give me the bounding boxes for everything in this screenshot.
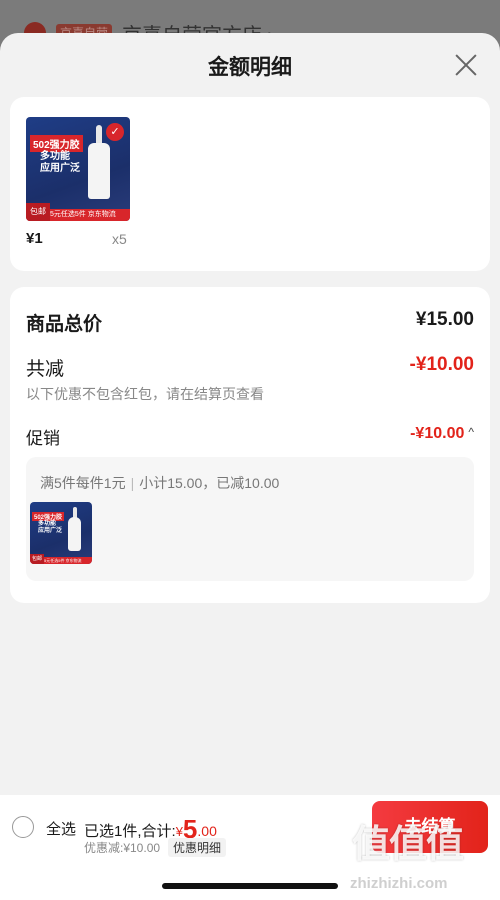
- thumbnail-title: 502强力胶: [32, 512, 65, 521]
- product-quantity: x5: [112, 231, 127, 247]
- total-price-value: ¥15.00: [415, 309, 474, 330]
- promotion-product-thumbnail[interactable]: 502强力胶 多功能 应用广泛 5元任选5件 京东物流 包邮: [30, 502, 92, 564]
- product-price: ¥1: [26, 230, 43, 247]
- check-badge-icon: ✓: [106, 123, 124, 141]
- amount-detail-sheet: 金额明细 502强力胶 多功能 应用广泛 ✓ 5元任选5件 京东物流 包邮 ¥1 …: [0, 33, 500, 900]
- watermark-logo: 值值值: [352, 824, 464, 866]
- promotion-label: 促销: [26, 429, 60, 448]
- bottle-shape: [68, 517, 81, 551]
- thumbnail-subtitle: 多功能 应用广泛: [38, 521, 63, 534]
- sheet-title: 金额明细: [208, 56, 292, 79]
- product-card: 502强力胶 多功能 应用广泛 ✓ 5元任选5件 京东物流 包邮 ¥1 x5: [10, 97, 490, 271]
- promotion-detail-box: 满5件每件1元 | 小计15.00，已减10.00: [26, 457, 474, 581]
- product-image-title: 502强力胶: [30, 135, 83, 152]
- total-decimal: .00: [197, 823, 217, 839]
- watermark-url: zhizhizhi.com: [350, 875, 448, 892]
- bottle-nozzle: [96, 125, 102, 145]
- product-image[interactable]: 502强力胶 多功能 应用广泛 ✓ 5元任选5件 京东物流 包邮: [26, 117, 130, 221]
- total-reduction-value: -¥10.00: [409, 354, 474, 375]
- discount-summary: 优惠减:¥10.00 优惠明细: [84, 838, 227, 857]
- free-shipping-badge: 包邮: [26, 203, 50, 221]
- divider: |: [130, 475, 135, 491]
- thumbnail-shipping-badge: 包邮: [30, 554, 44, 564]
- discount-detail-button[interactable]: 优惠明细: [168, 838, 227, 857]
- promotion-value: -¥10.00: [410, 425, 465, 442]
- total-reduction-label: 共减: [26, 359, 65, 380]
- select-all-label[interactable]: 全选: [46, 818, 76, 839]
- discount-note: 以下优惠不包含红包，请在结算页查看: [26, 386, 264, 402]
- bottle-shape: [88, 143, 110, 199]
- total-currency: ¥: [175, 824, 183, 839]
- promotion-rule-line: 满5件每件1元 | 小计15.00，已减10.00: [40, 473, 279, 493]
- home-indicator: [162, 883, 338, 889]
- promotion-toggle[interactable]: -¥10.00 ^: [410, 425, 474, 443]
- promotion-rule: 满5件每件1元: [40, 475, 126, 491]
- total-price-label: 商品总价: [26, 314, 103, 335]
- chevron-up-icon: ^: [468, 425, 474, 439]
- bottom-checkout-bar: 全选 已选1件,合计:¥5.00 优惠减:¥10.00 优惠明细 去结算 值值值 …: [0, 795, 500, 900]
- select-all-radio[interactable]: [12, 816, 34, 838]
- promotion-subtotal: 小计15.00，已减10.00: [139, 475, 280, 491]
- close-icon[interactable]: [454, 53, 478, 77]
- product-image-subtitle: 多功能 应用广泛: [40, 151, 80, 174]
- discount-text: 优惠减:¥10.00: [84, 841, 161, 855]
